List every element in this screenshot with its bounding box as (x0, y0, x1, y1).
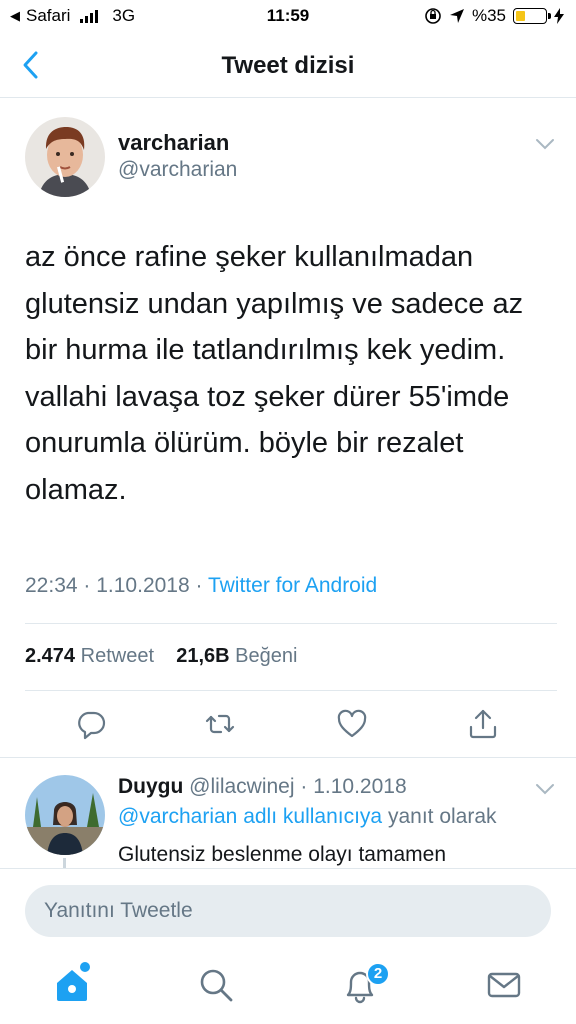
notifications-badge: 2 (366, 962, 390, 986)
charging-icon (554, 8, 564, 24)
tweet-time: 22:34 (25, 574, 78, 597)
tweet-text: az önce rafine şeker kullanılmadan glute… (25, 241, 524, 506)
orientation-lock-icon (425, 8, 441, 24)
retweet-icon[interactable] (204, 708, 236, 740)
reply-to-mention[interactable]: @varcharian adlı kullanıcıya (118, 805, 382, 828)
battery-percent: %35 (471, 6, 506, 25)
home-new-content-dot (80, 962, 90, 972)
search-icon[interactable] (196, 965, 236, 1005)
reply-author-handle[interactable]: @lilacwinej (189, 775, 294, 798)
like-heart-icon[interactable] (336, 708, 368, 740)
reply-to-suffix: yanıt olarak (387, 805, 497, 828)
location-icon (449, 9, 464, 23)
reply-date: 1.10.2018 (313, 775, 407, 798)
reply-composer-input[interactable]: Yanıtını Tweetle (25, 885, 551, 937)
tweet-meta: 22:34 · 1.10.2018 · Twitter for Android (25, 574, 377, 598)
reply-context: @varcharian adlı kullanıcıya yanıt olara… (118, 805, 497, 829)
meta-separator: · (83, 574, 97, 597)
tweet-source-link[interactable]: Twitter for Android (208, 574, 377, 597)
author-name[interactable]: varcharian (118, 130, 229, 156)
meta-separator: · (300, 775, 314, 798)
reply-author-avatar[interactable] (25, 775, 105, 855)
meta-separator: · (195, 574, 208, 597)
divider (25, 623, 557, 624)
author-handle[interactable]: @varcharian (118, 158, 237, 182)
battery-icon (513, 8, 551, 24)
reply-text: Glutensiz beslenme olayı tamamen (118, 843, 446, 866)
reply-menu-chevron-icon[interactable] (534, 781, 556, 797)
section-divider (0, 757, 576, 758)
composer-placeholder: Yanıtını Tweetle (44, 899, 193, 922)
reply-author-name[interactable]: Duygu (118, 775, 183, 798)
reply-icon[interactable] (75, 708, 107, 740)
status-bar: ◀ Safari 3G 11:59 %35 (0, 0, 576, 34)
retweet-count[interactable]: 2.474 (25, 645, 75, 667)
tweet-menu-chevron-icon[interactable] (534, 136, 556, 152)
like-count[interactable]: 21,6B (176, 645, 229, 667)
tweet-stats: 2.474 Retweet 21,6B Beğeni (25, 645, 297, 668)
retweet-label[interactable]: Retweet (81, 645, 154, 667)
page-title: Tweet dizisi (221, 52, 355, 79)
tweet-actions (0, 700, 576, 748)
reply-header: Duygu @lilacwinej · 1.10.2018 (118, 775, 407, 799)
tweet-date: 1.10.2018 (96, 574, 190, 597)
status-right: %35 (424, 6, 564, 26)
nav-bar: Tweet dizisi (0, 34, 576, 98)
share-icon[interactable] (467, 708, 499, 740)
author-avatar[interactable] (25, 117, 105, 197)
bottom-bar: Yanıtını Tweetle (0, 868, 576, 1024)
divider (25, 690, 557, 691)
messages-envelope-icon[interactable] (484, 965, 524, 1005)
like-label[interactable]: Beğeni (235, 645, 297, 667)
battery-fill (516, 11, 525, 21)
